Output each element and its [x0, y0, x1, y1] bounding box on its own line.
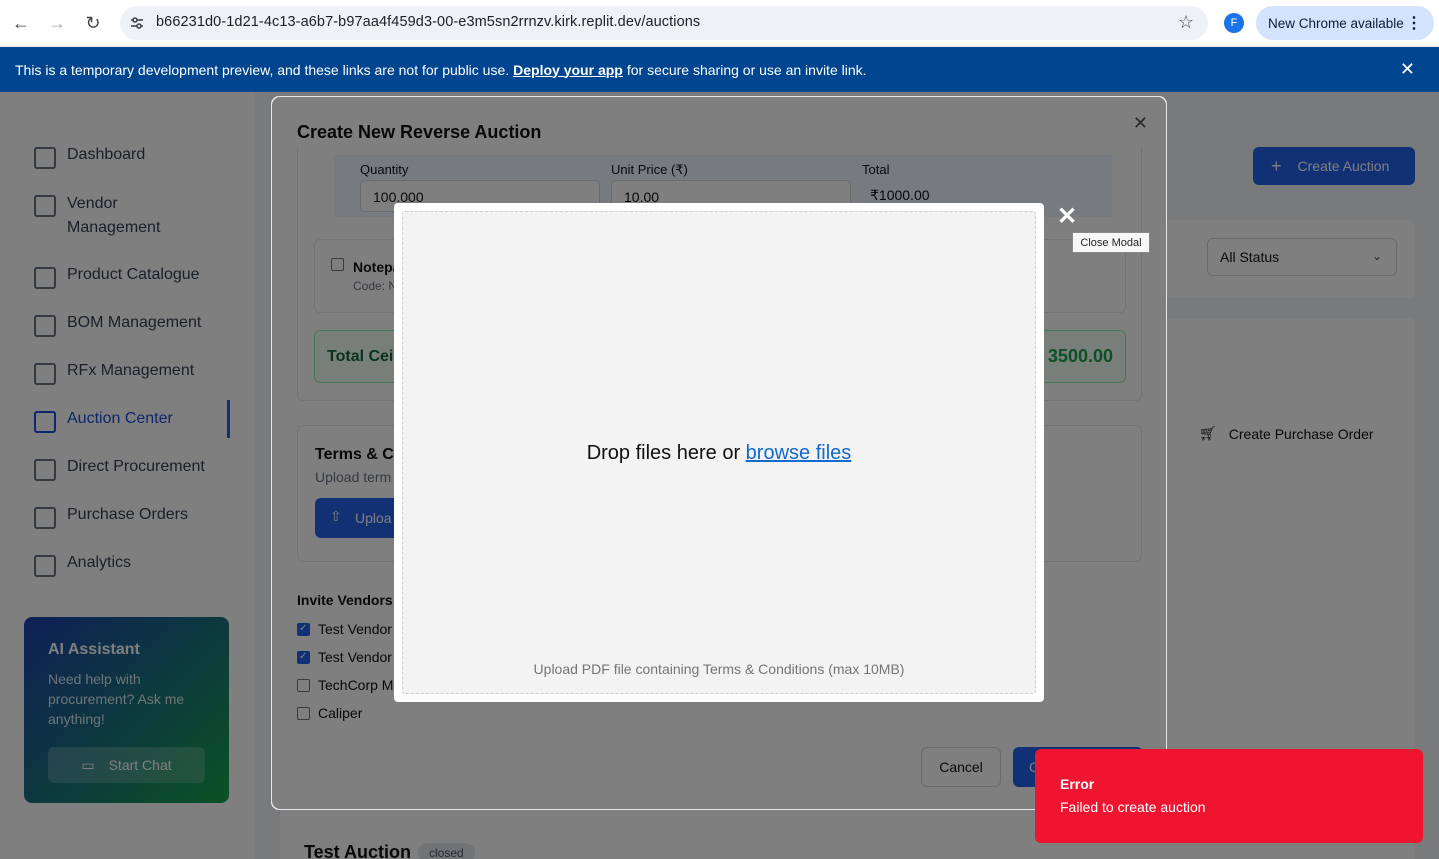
banner-text-after: for secure sharing or use an invite link…: [626, 61, 867, 78]
new-chrome-label: New Chrome available: [1268, 15, 1404, 31]
site-info-icon[interactable]: [128, 14, 146, 32]
error-toast[interactable]: Error Failed to create auction: [1035, 749, 1423, 843]
url-text: b66231d0-1d21-4c13-a6b7-b97aa4f459d3-00-…: [156, 14, 701, 30]
toast-title: Error: [1060, 776, 1095, 792]
upload-note: Upload PDF file containing Terms & Condi…: [533, 661, 905, 677]
forward-icon[interactable]: →: [45, 11, 69, 35]
browser-toolbar: ← → ↻ b66231d0-1d21-4c13-a6b7-b97aa4f459…: [0, 0, 1439, 47]
bookmark-star-icon[interactable]: ☆: [1178, 12, 1194, 33]
drop-text: Drop files here or browse files: [403, 442, 1035, 465]
deploy-app-link[interactable]: Deploy your app: [513, 62, 623, 78]
banner-close-icon[interactable]: ✕: [1400, 59, 1415, 80]
dev-preview-banner: This is a temporary development preview,…: [0, 47, 1439, 92]
more-vert-icon[interactable]: ⋮: [1406, 13, 1422, 33]
dropzone[interactable]: Drop files here or browse files Upload P…: [402, 211, 1036, 694]
banner-text-before: This is a temporary development preview,…: [15, 61, 510, 78]
toast-description: Failed to create auction: [1060, 799, 1206, 815]
browse-files-link[interactable]: browse files: [746, 442, 852, 464]
drop-label: Drop files here or: [586, 442, 741, 464]
profile-avatar[interactable]: F: [1224, 13, 1244, 33]
address-bar[interactable]: b66231d0-1d21-4c13-a6b7-b97aa4f459d3-00-…: [120, 6, 1208, 40]
new-chrome-button[interactable]: New Chrome available ⋮: [1256, 6, 1434, 40]
back-icon[interactable]: ←: [9, 11, 33, 35]
file-upload-modal: Drop files here or browse files Upload P…: [394, 203, 1044, 702]
close-modal-tooltip: Close Modal: [1072, 232, 1150, 253]
close-modal-icon[interactable]: ✕: [1057, 202, 1077, 231]
reload-icon[interactable]: ↻: [81, 11, 105, 35]
